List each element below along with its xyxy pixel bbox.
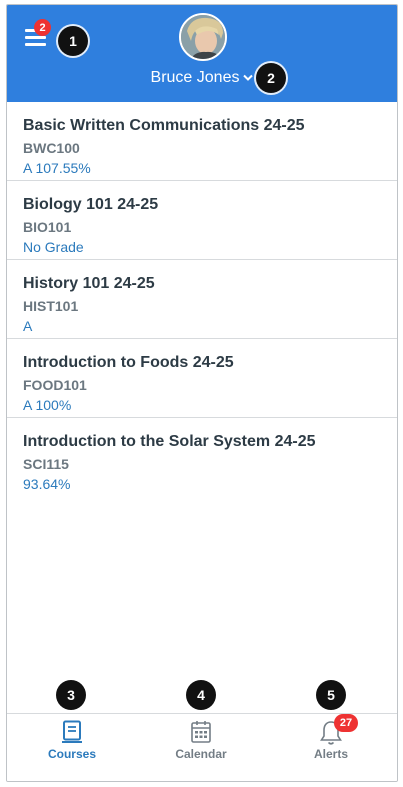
- course-grade: No Grade: [23, 239, 84, 255]
- course-title: History 101 24-25: [23, 275, 155, 292]
- course-title: Introduction to Foods 24-25: [23, 354, 234, 371]
- calendar-icon: [190, 720, 212, 749]
- callout-marker: 4: [186, 680, 216, 710]
- course-title: Basic Written Communications 24-25: [23, 117, 305, 134]
- course-grade: A 107.55%: [23, 160, 91, 176]
- course-card[interactable]: Introduction to Foods 24-25 FOOD101 A 10…: [7, 339, 397, 418]
- callout-marker: 2: [256, 63, 286, 93]
- course-card[interactable]: Basic Written Communications 24-25 BWC10…: [7, 102, 397, 181]
- course-code: FOOD101: [23, 377, 87, 393]
- user-switcher-button[interactable]: Bruce Jones: [7, 69, 397, 87]
- callout-marker: 5: [316, 680, 346, 710]
- hamburger-icon-bar: [25, 36, 46, 39]
- course-code: SCI115: [23, 456, 69, 472]
- menu-notification-badge: 2: [34, 19, 51, 36]
- user-name: Bruce Jones: [150, 69, 240, 87]
- callout-marker: 3: [56, 680, 86, 710]
- tab-label: Calendar: [175, 747, 227, 761]
- course-grade: A: [23, 318, 33, 334]
- hamburger-icon-bar: [25, 43, 46, 46]
- course-title: Introduction to the Solar System 24-25: [23, 433, 316, 450]
- course-card[interactable]: Introduction to the Solar System 24-25 S…: [7, 418, 397, 497]
- course-card[interactable]: History 101 24-25 HIST101 A: [7, 260, 397, 339]
- course-grade: A 100%: [23, 397, 72, 413]
- course-code: HIST101: [23, 298, 79, 314]
- course-code: BIO101: [23, 219, 72, 235]
- callout-marker: 1: [58, 26, 88, 56]
- courses-icon: [61, 720, 83, 749]
- course-code: BWC100: [23, 140, 80, 156]
- alerts-count-badge: 27: [334, 714, 358, 732]
- tab-label: Alerts: [313, 747, 348, 761]
- tab-calendar[interactable]: Calendar: [141, 714, 261, 781]
- course-list: Basic Written Communications 24-25 BWC10…: [7, 102, 397, 497]
- tab-courses[interactable]: Courses: [12, 714, 132, 781]
- avatar[interactable]: [179, 13, 227, 61]
- app-frame: 2 Bruce Jones Basic Written Communicatio…: [6, 4, 398, 782]
- tab-alerts[interactable]: Alerts: [271, 714, 391, 781]
- user-photo: [181, 15, 225, 59]
- course-title: Biology 101 24-25: [23, 196, 159, 213]
- chevron-down-icon: [243, 69, 254, 87]
- tab-label: Courses: [47, 747, 97, 761]
- course-card[interactable]: Biology 101 24-25 BIO101 No Grade: [7, 181, 397, 260]
- course-grade: 93.64%: [23, 476, 71, 492]
